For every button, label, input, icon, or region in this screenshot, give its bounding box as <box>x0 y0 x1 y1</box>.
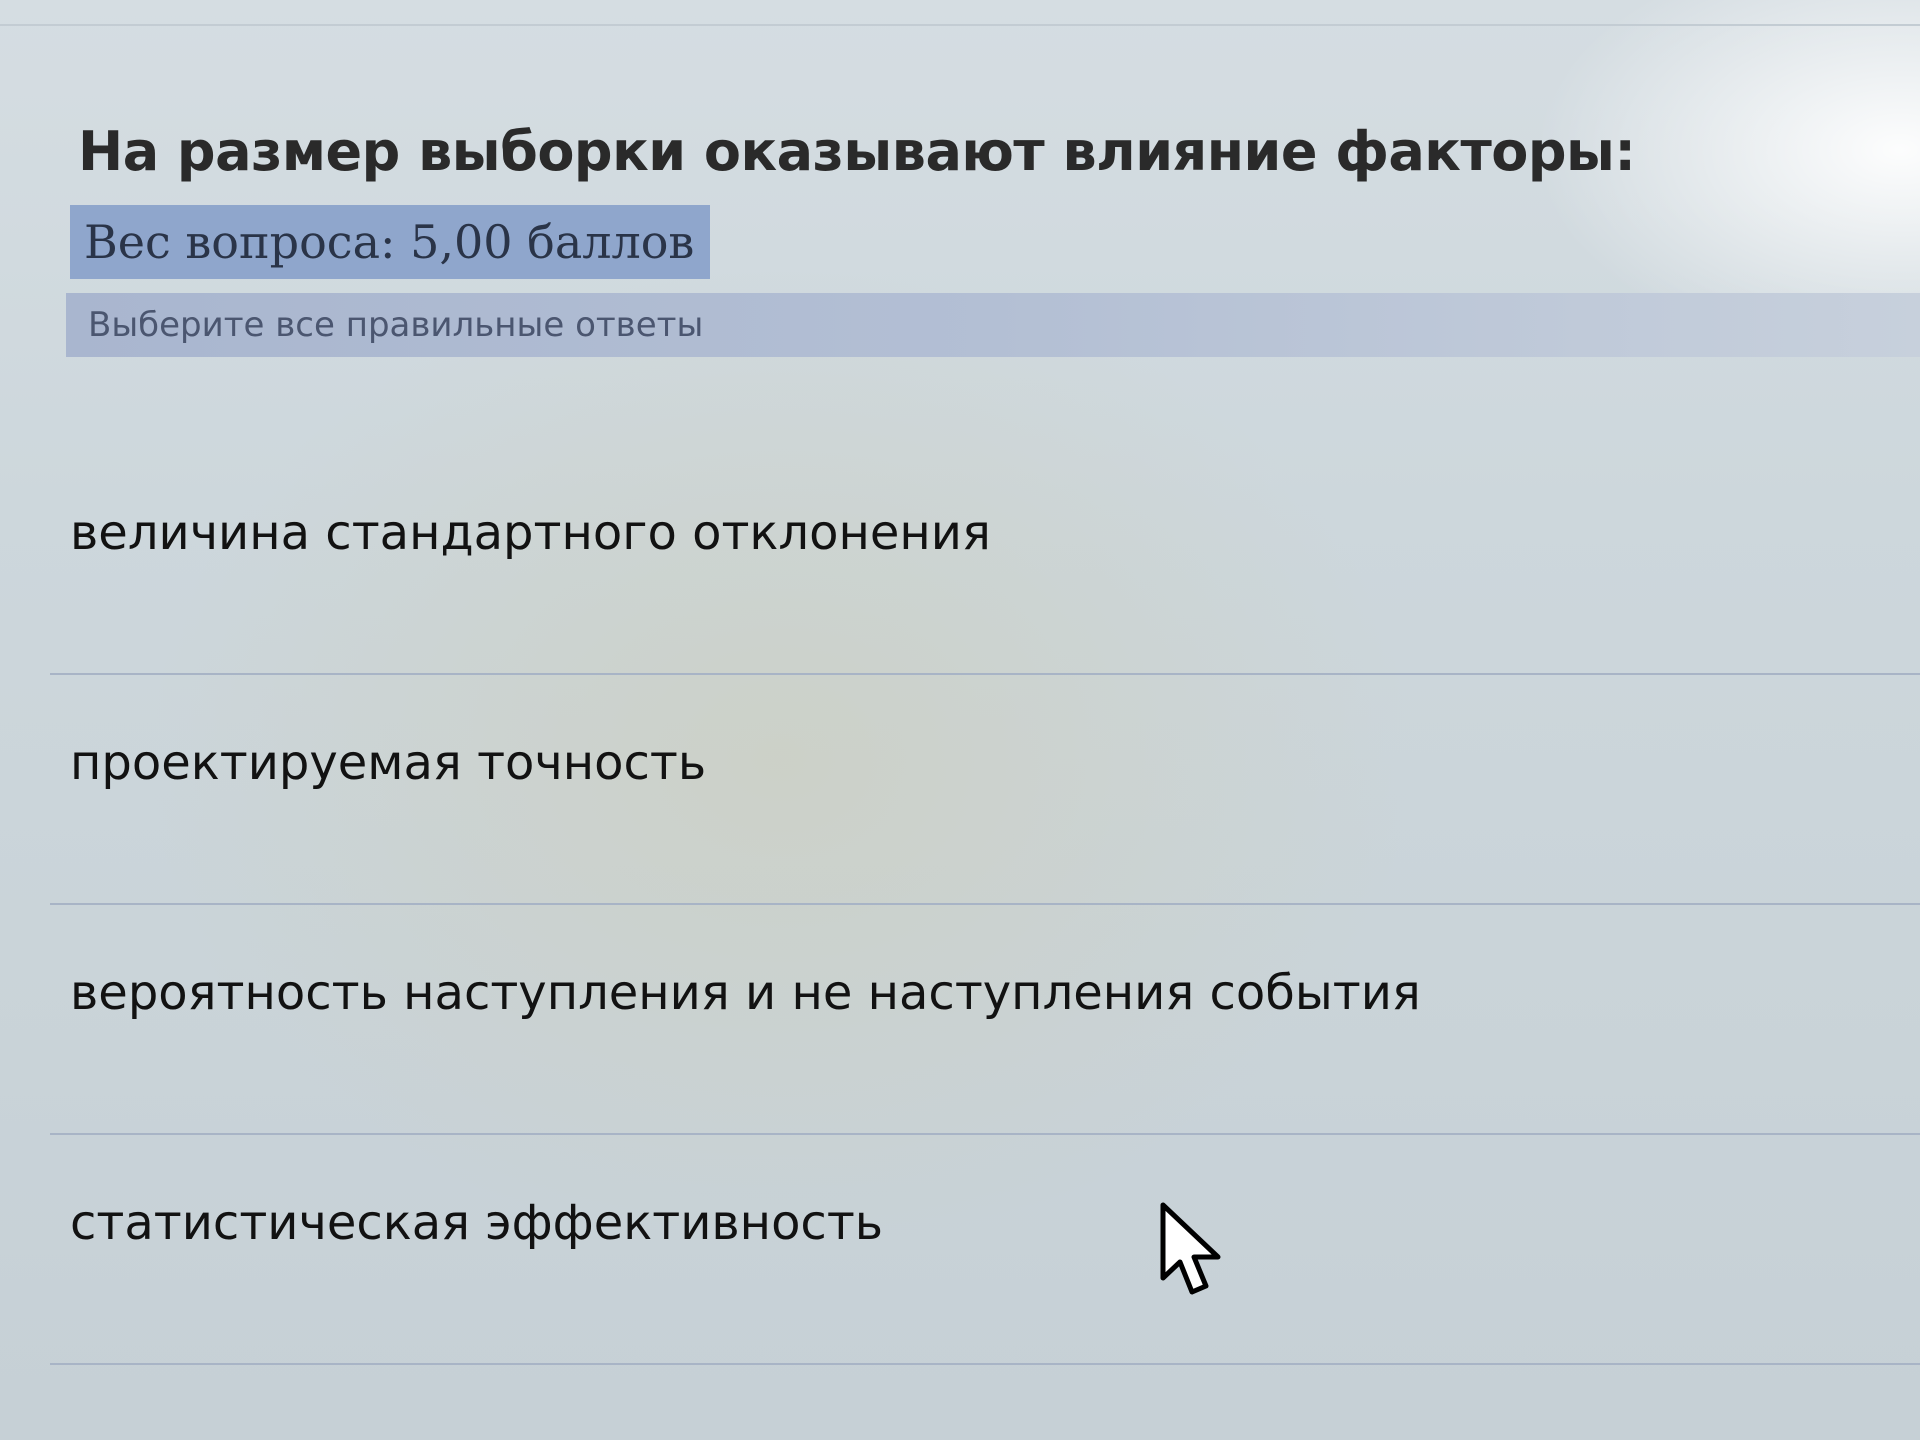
answer-label: вероятность наступления и не наступления… <box>70 965 1421 1021</box>
answer-list: величина стандартного отклонения проекти… <box>50 445 1920 1365</box>
question-title: На размер выборки оказывают влияние факт… <box>78 120 1636 183</box>
answer-label: проектируемая точность <box>70 735 707 791</box>
answer-option[interactable]: проектируемая точность <box>50 675 1920 905</box>
answer-label: величина стандартного отклонения <box>70 505 991 561</box>
instruction-text: Выберите все правильные ответы <box>88 305 704 345</box>
question-weight-badge: Вес вопроса: 5,00 баллов <box>70 205 711 279</box>
answer-option[interactable]: вероятность наступления и не наступления… <box>50 905 1920 1135</box>
question-header: На размер выборки оказывают влияние факт… <box>60 120 1920 357</box>
answer-label: статистическая эффективность <box>70 1195 884 1251</box>
top-divider <box>0 24 1920 26</box>
mouse-pointer-arrow-icon <box>1160 1202 1221 1295</box>
answer-option[interactable]: величина стандартного отклонения <box>50 445 1920 675</box>
answer-option[interactable]: статистическая эффективность <box>50 1135 1920 1365</box>
instruction-bar: Выберите все правильные ответы <box>66 293 1920 357</box>
